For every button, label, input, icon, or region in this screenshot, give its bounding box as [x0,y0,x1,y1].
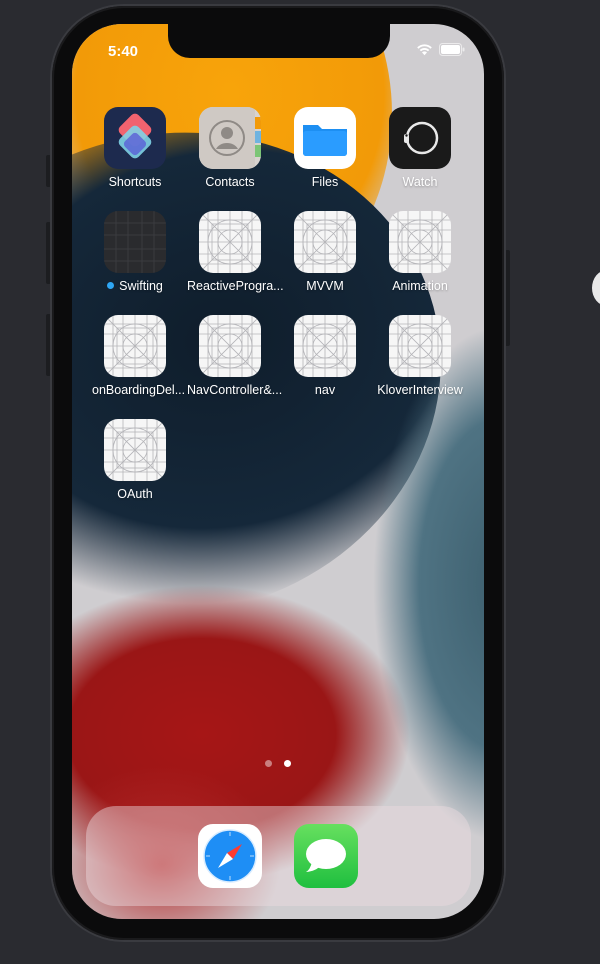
app-navcontroller[interactable]: NavController&... [187,315,283,397]
contacts-icon [199,107,261,169]
placeholder-grid-graphic [389,315,451,377]
placeholder-grid-icon [199,315,261,377]
app-kloverinterview[interactable]: KloverInterview [377,315,463,397]
app-label: Shortcuts [108,175,162,189]
page-indicator[interactable] [265,760,291,767]
app-watch[interactable]: Watch [377,107,463,189]
app-shortcuts[interactable]: Shortcuts [92,107,178,189]
safari-icon[interactable] [198,824,262,888]
app-label: Files [311,175,339,189]
app-nav[interactable]: nav [282,315,368,397]
app-label: KloverInterview [377,383,463,397]
watch-icon [389,107,451,169]
app-animation[interactable]: Animation [377,211,463,293]
app-label: ReactiveProgra... [187,279,284,293]
placeholder-grid-icon [199,211,261,273]
dock [86,806,471,906]
app-swifting[interactable]: Swifting [92,211,178,293]
page-dot[interactable] [265,760,272,767]
new-badge-dot [107,282,115,289]
placeholder-grid-icon [104,419,166,481]
page-dot-current[interactable] [284,760,291,767]
power-button [505,250,510,346]
placeholder-grid-graphic [294,211,356,273]
dark-app-icon [104,211,166,273]
placeholder-grid-graphic [294,315,356,377]
app-oauth[interactable]: OAuth [92,419,178,501]
placeholder-grid-graphic [104,419,166,481]
wifi-icon [417,44,432,56]
app-label: Contacts [205,175,255,189]
placeholder-grid-graphic [199,315,261,377]
notch [168,24,390,58]
app-mvvm[interactable]: MVVM [282,211,368,293]
placeholder-grid-icon [389,211,451,273]
app-label: onBoardingDel... [92,383,186,397]
placeholder-grid-icon [294,211,356,273]
app-label: MVVM [306,279,344,293]
app-label: NavController&... [187,383,283,397]
placeholder-grid-icon [389,315,451,377]
app-label: Swifting [92,279,178,293]
placeholder-grid-graphic [199,211,261,273]
app-label: Watch [402,175,438,189]
placeholder-grid-icon [104,315,166,377]
silent-switch [46,155,51,187]
messages-icon[interactable] [294,824,358,888]
app-reactiveprogra[interactable]: ReactiveProgra... [187,211,284,293]
status-icons [416,43,465,56]
battery-icon [439,43,465,56]
app-contacts[interactable]: Contacts [187,107,273,189]
placeholder-grid-graphic [389,211,451,273]
shortcuts-icon [104,107,166,169]
app-label: Animation [392,279,448,293]
status-time: 5:40 [108,43,139,60]
app-onboardingdel[interactable]: onBoardingDel... [92,315,186,397]
edge-overlay [592,270,600,306]
volume-up-button [46,222,51,284]
placeholder-grid-icon [294,315,356,377]
app-label: nav [314,383,336,397]
placeholder-grid-graphic [104,315,166,377]
app-label: OAuth [117,487,153,501]
volume-down-button [46,314,51,376]
files-icon [294,107,356,169]
app-files[interactable]: Files [282,107,368,189]
